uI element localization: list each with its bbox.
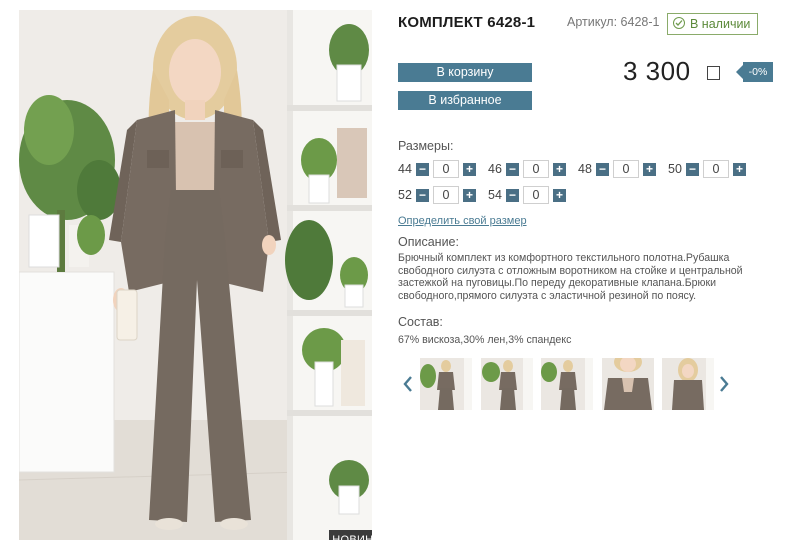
- size-guide-link[interactable]: Определить свой размер: [398, 215, 527, 227]
- minus-icon[interactable]: −: [416, 188, 429, 202]
- description-text: Брючный комплект из комфортного текстиль…: [398, 252, 743, 302]
- quantity-input[interactable]: [613, 160, 639, 178]
- size-row: 44 − + 46 − + 48 − + 50 − +: [398, 160, 758, 178]
- size-selector-50: 50 − +: [668, 160, 746, 178]
- size-selector-48: 48 − +: [578, 160, 656, 178]
- quantity-input[interactable]: [703, 160, 729, 178]
- thumbnail-2[interactable]: [481, 358, 533, 410]
- size-row: 52 − + 54 − +: [398, 186, 578, 204]
- thumbnail-image: [602, 358, 654, 410]
- quantity-input[interactable]: [523, 186, 549, 204]
- product-title: КОМПЛЕКТ 6428-1: [398, 14, 536, 31]
- thumbnail-image: [481, 358, 533, 410]
- plus-icon[interactable]: +: [733, 162, 746, 176]
- thumbnail-4[interactable]: [602, 358, 654, 410]
- plus-icon[interactable]: +: [643, 162, 656, 176]
- thumbnail-1[interactable]: [420, 358, 472, 410]
- thumbnail-image: [541, 358, 593, 410]
- composition-label: Состав:: [398, 315, 443, 329]
- main-product-photo[interactable]: НОВИНКА: [19, 10, 372, 540]
- sizes-label: Размеры:: [398, 139, 454, 153]
- size-selector-44: 44 − +: [398, 160, 476, 178]
- plus-icon[interactable]: +: [463, 188, 476, 202]
- minus-icon[interactable]: −: [686, 162, 699, 176]
- chevron-left-icon[interactable]: [401, 374, 415, 394]
- product-sku: Артикул: 6428-1: [567, 15, 660, 29]
- size-value: 48: [578, 162, 592, 176]
- thumbnail-5[interactable]: [662, 358, 714, 410]
- chevron-right-icon[interactable]: [717, 374, 731, 394]
- stock-badge: В наличии: [667, 13, 759, 35]
- add-to-favorites-button[interactable]: В избранное: [398, 91, 532, 110]
- size-value: 52: [398, 188, 412, 202]
- ruble-icon: [707, 66, 720, 80]
- minus-icon[interactable]: −: [596, 162, 609, 176]
- stock-label: В наличии: [690, 17, 751, 31]
- check-circle-icon: [673, 17, 685, 29]
- minus-icon[interactable]: −: [416, 162, 429, 176]
- size-value: 44: [398, 162, 412, 176]
- plus-icon[interactable]: +: [553, 188, 566, 202]
- plus-icon[interactable]: +: [553, 162, 566, 176]
- quantity-input[interactable]: [433, 160, 459, 178]
- quantity-input[interactable]: [433, 186, 459, 204]
- size-value: 46: [488, 162, 502, 176]
- add-to-cart-button[interactable]: В корзину: [398, 63, 532, 82]
- thumbnail-image: [662, 358, 714, 410]
- model-photo-illustration: [19, 10, 372, 540]
- size-selector-46: 46 − +: [488, 160, 566, 178]
- description-label: Описание:: [398, 235, 459, 249]
- new-badge: НОВИНКА: [329, 530, 372, 540]
- quantity-input[interactable]: [523, 160, 549, 178]
- product-price: 3 300: [623, 56, 691, 86]
- plus-icon[interactable]: +: [463, 162, 476, 176]
- thumbnail-3[interactable]: [541, 358, 593, 410]
- size-selector-52: 52 − +: [398, 186, 476, 204]
- discount-badge: -0%: [736, 62, 773, 82]
- minus-icon[interactable]: −: [506, 162, 519, 176]
- thumbnail-image: [420, 358, 472, 410]
- size-selector-54: 54 − +: [488, 186, 566, 204]
- composition-text: 67% вискоза,30% лен,3% спандекс: [398, 334, 572, 346]
- minus-icon[interactable]: −: [506, 188, 519, 202]
- size-value: 50: [668, 162, 682, 176]
- size-value: 54: [488, 188, 502, 202]
